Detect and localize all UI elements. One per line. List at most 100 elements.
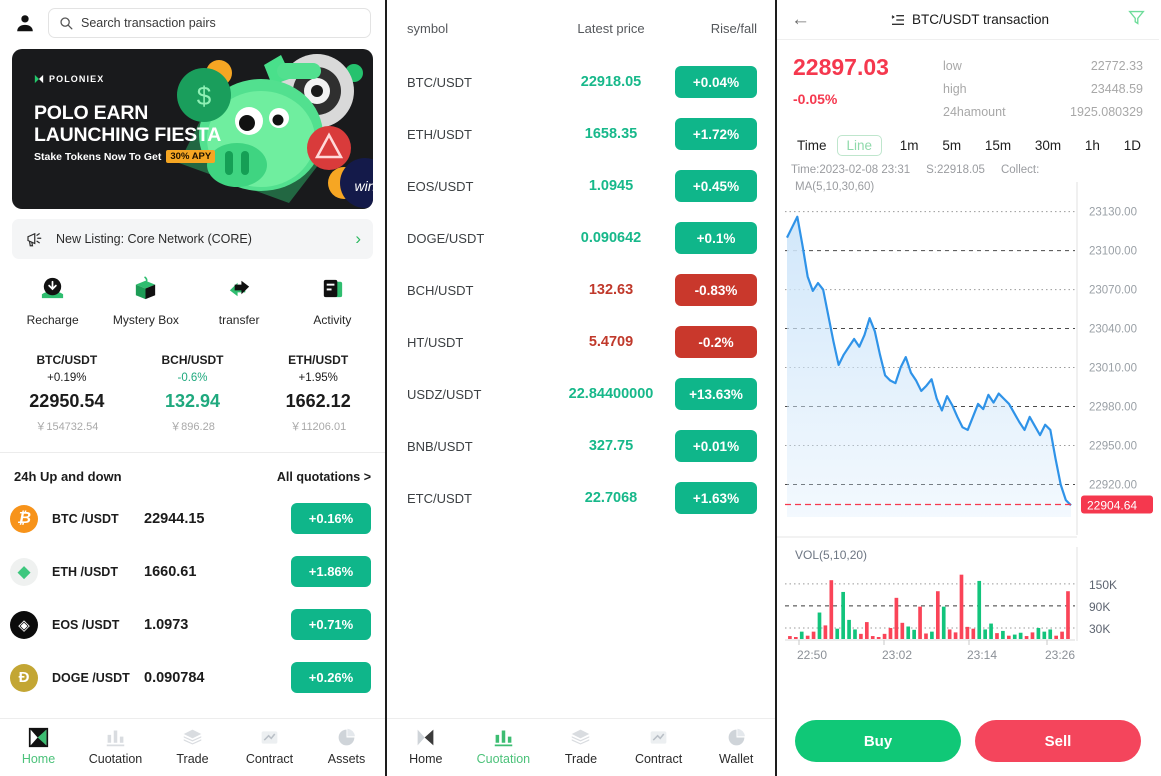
tab-trade[interactable]: Trade (154, 725, 231, 776)
period-15m[interactable]: 15m (979, 136, 1017, 155)
tab-trade[interactable]: Trade (542, 725, 620, 776)
period-5m[interactable]: 5m (936, 136, 967, 155)
change-badge: +1.63% (675, 482, 757, 514)
list-item[interactable]: ◈ EOS /USDT 1.0973 +0.71% (0, 598, 385, 651)
tab-label: Contract (245, 752, 294, 766)
period-line[interactable]: Line (836, 135, 883, 156)
quotation-panel: symbol Latest price Rise/fall BTC/USDT 2… (387, 0, 777, 776)
row-change: +13.63% (675, 378, 757, 410)
new-listing-text: New Listing: Core Network (CORE) (56, 232, 252, 246)
table-row[interactable]: USDZ/USDT 22.84400000 +13.63% (387, 368, 775, 420)
tab-label: Wallet (719, 752, 754, 766)
filter-funnel-icon[interactable] (1115, 9, 1145, 31)
search-icon (60, 17, 73, 30)
svg-text:23010.00: 23010.00 (1089, 363, 1137, 375)
quick-action-transfer[interactable]: transfer (193, 273, 286, 327)
row-price: 22.7068 (584, 490, 638, 506)
list-item[interactable]: Ɖ DOGE /USDT 0.090784 +0.26% (0, 651, 385, 704)
quick-action-mystery-box[interactable]: Mystery Box (99, 273, 192, 327)
stat-low: low 22772.33 (943, 54, 1143, 77)
ticker-price: 22950.54 (29, 391, 105, 411)
ticker-card[interactable]: BCH/USDT -0.6% 132.94 ￥896.28 (130, 353, 256, 434)
change-badge: +13.63% (675, 378, 757, 410)
coin-symbol: DOGE /USDT (52, 670, 130, 685)
list-icon (891, 14, 904, 25)
back-arrow-icon[interactable]: ← (791, 9, 825, 31)
chart-crosshair-info: Time:2023-02-08 23:31 S:22918.05 Collect… (791, 164, 1039, 176)
quick-action-activity[interactable]: Activity (286, 273, 379, 327)
banner-subtext: Stake Tokens Now To Get 30% APY (34, 150, 216, 163)
tab-cuotation[interactable]: Cuotation (465, 725, 543, 776)
tab-wallet[interactable]: Wallet (697, 725, 775, 776)
banner-headline-line1: POLO EARN (34, 102, 149, 124)
row-price: 0.090642 (580, 230, 642, 246)
tab-home[interactable]: Home (387, 725, 465, 776)
gift-box-icon (99, 273, 192, 303)
user-avatar-icon[interactable] (12, 10, 38, 36)
period-1m[interactable]: 1m (894, 136, 925, 155)
quick-action-label: transfer (218, 313, 260, 327)
volume-bar-chart[interactable]: 150K 90K 30K 22:50 23:02 23:14 23:26 (777, 547, 1159, 667)
quick-action-label: Activity (313, 313, 352, 327)
bar-chart-icon (77, 725, 154, 749)
tab-contract[interactable]: Contract (620, 725, 698, 776)
change-badge: -0.83% (675, 274, 757, 306)
period-30m[interactable]: 30m (1029, 136, 1067, 155)
tab-contract[interactable]: Contract (231, 725, 308, 776)
row-symbol: EOS/USDT (407, 178, 474, 194)
period-1d[interactable]: 1D (1118, 136, 1147, 155)
tab-cuotation[interactable]: Cuotation (77, 725, 154, 776)
table-row[interactable]: BTC/USDT 22918.05 +0.04% (387, 56, 775, 108)
stat-label: 24hamount (943, 104, 1006, 119)
search-placeholder: Search transaction pairs (81, 16, 216, 30)
poloniex-mark-icon (34, 74, 44, 84)
row-price: 5.4709 (588, 334, 634, 350)
price-line-chart[interactable]: 23130.00 23100.00 23070.00 23040.00 23010.00… (777, 162, 1159, 542)
row-change: +0.45% (675, 170, 757, 202)
home-logo-icon (0, 725, 77, 749)
row-symbol: DOGE/USDT (407, 230, 485, 246)
page-title: BTC/USDT transaction (825, 12, 1115, 27)
ticker-pair: ETH/USDT (288, 353, 349, 367)
chart-area[interactable]: Time:2023-02-08 23:31 S:22918.05 Collect… (777, 162, 1159, 667)
layers-icon (154, 725, 231, 749)
buy-button[interactable]: Buy (795, 720, 961, 762)
row-symbol: ETC/USDT (407, 490, 472, 506)
quick-action-recharge[interactable]: Recharge (6, 273, 99, 327)
quote-stats: low 22772.33 high 23448.59 24hamount 192… (943, 54, 1143, 123)
bottom-tab-bar: Home Cuotation Trade Contract (0, 718, 385, 776)
top-bar: Search transaction pairs (0, 0, 385, 40)
ticker-pair: BCH/USDT (161, 353, 224, 367)
table-row[interactable]: HT/USDT 5.4709 -0.2% (387, 316, 775, 368)
tab-home[interactable]: Home (0, 725, 77, 776)
table-row[interactable]: ETH/USDT 1658.35 +1.72% (387, 108, 775, 160)
all-quotations-link[interactable]: All quotations > (277, 470, 371, 484)
sell-button[interactable]: Sell (975, 720, 1141, 762)
new-listing-row[interactable]: New Listing: Core Network (CORE) › (12, 219, 373, 259)
ticker-card[interactable]: ETH/USDT +1.95% 1662.12 ￥11206.01 (255, 353, 381, 434)
search-input[interactable]: Search transaction pairs (48, 8, 371, 38)
period-time[interactable]: Time (791, 136, 833, 155)
stat-value: 23448.59 (1090, 81, 1143, 96)
svg-text:23:02: 23:02 (882, 648, 912, 662)
period-selector: Time Line 1m 5m 15m 30m 1h 1D (777, 127, 1159, 162)
ticker-card[interactable]: BTC/USDT +0.19% 22950.54 ￥154732.54 (4, 353, 130, 434)
list-item[interactable]: ◆ ETH /USDT 1660.61 +1.86% (0, 545, 385, 598)
ticker-change: -0.6% (177, 372, 208, 384)
svg-text:22950.00: 22950.00 (1089, 441, 1137, 453)
table-row[interactable]: EOS/USDT 1.0945 +0.45% (387, 160, 775, 212)
tab-assets[interactable]: Assets (308, 725, 385, 776)
list-item[interactable]: ₿ BTC /USDT 22944.15 +0.16% (0, 492, 385, 545)
transfer-arrows-icon (193, 273, 286, 303)
table-row[interactable]: BNB/USDT 327.75 +0.01% (387, 420, 775, 472)
table-row[interactable]: BCH/USDT 132.63 -0.83% (387, 264, 775, 316)
table-row[interactable]: ETC/USDT 22.7068 +1.63% (387, 472, 775, 524)
row-symbol: HT/USDT (407, 334, 464, 350)
row-change: +0.01% (675, 430, 757, 462)
banner-headline-line2: LAUNCHING FIESTA (34, 124, 222, 146)
promo-banner[interactable]: $ win POLONIEX POLO EARN LAUNCHING FIEST… (12, 49, 373, 209)
period-1h[interactable]: 1h (1079, 136, 1106, 155)
banner-apy-badge: 30% APY (166, 150, 216, 163)
table-row[interactable]: DOGE/USDT 0.090642 +0.1% (387, 212, 775, 264)
row-price: 1.0945 (588, 178, 634, 194)
